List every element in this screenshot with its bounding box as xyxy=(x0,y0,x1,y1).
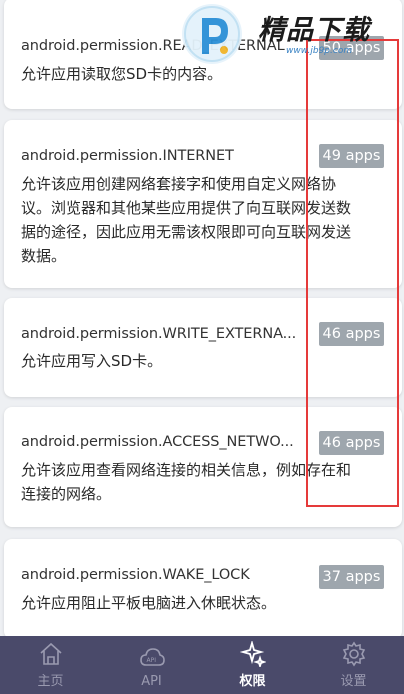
permission-card-internet[interactable]: android.permission.INTERNET 允许该应用创建网络套接字… xyxy=(4,120,402,288)
watermark-logo-icon xyxy=(182,4,242,64)
nav-label: 设置 xyxy=(340,674,367,689)
permission-description: 允许该应用创建网络套接字和使用自定义网络协议。浏览器和其他某些应用提供了向互联网… xyxy=(21,175,352,265)
permission-description: 允许应用读取您SD卡的内容。 xyxy=(21,65,223,83)
app-count-badge: 46 apps xyxy=(319,322,384,346)
nav-item-home[interactable]: 主页 xyxy=(0,636,101,694)
permission-name: android.permission.READ_EXTERNAL xyxy=(21,38,285,54)
permission-name: android.permission.WAKE_LOCK xyxy=(21,567,250,583)
permission-description: 允许该应用查看网络连接的相关信息，例如存在和连接的网络。 xyxy=(21,461,352,503)
watermark-brand: 精品下载 xyxy=(258,15,370,46)
permission-name: android.permission.INTERNET xyxy=(21,148,234,164)
sparkle-icon xyxy=(239,641,266,667)
app-count-badge: 49 apps xyxy=(319,144,384,168)
permission-name: android.permission.WRITE_EXTERNA... xyxy=(21,326,297,342)
permission-card-access-network[interactable]: android.permission.ACCESS_NETWO... 允许该应用… xyxy=(4,407,402,527)
watermark-url: www.jb9p.com xyxy=(286,46,353,56)
app-count-badge: 46 apps xyxy=(319,431,384,455)
permission-description: 允许应用阻止平板电脑进入休眠状态。 xyxy=(21,594,277,612)
nav-label: 权限 xyxy=(239,674,266,689)
nav-label: API xyxy=(141,674,162,689)
gear-icon xyxy=(342,641,365,667)
nav-item-settings[interactable]: 设置 xyxy=(303,636,404,694)
nav-item-permissions[interactable]: 权限 xyxy=(202,636,303,694)
cloud-api-icon: API xyxy=(139,648,165,666)
permission-description: 允许应用写入SD卡。 xyxy=(21,352,163,370)
app-count-badge: 37 apps xyxy=(319,565,384,589)
svg-text:API: API xyxy=(146,657,156,664)
permission-card-write-external[interactable]: android.permission.WRITE_EXTERNA... 允许应用… xyxy=(4,298,402,397)
permission-list: android.permission.READ_EXTERNAL 允许应用读取您… xyxy=(0,0,404,636)
nav-label: 主页 xyxy=(37,674,64,689)
permission-name: android.permission.ACCESS_NETWO... xyxy=(21,434,294,450)
permission-card-wake-lock[interactable]: android.permission.WAKE_LOCK 允许应用阻止平板电脑进… xyxy=(4,539,402,636)
home-icon xyxy=(39,642,62,665)
nav-item-api[interactable]: API API xyxy=(101,636,202,694)
bottom-nav: 主页 API API 权限 设置 xyxy=(0,636,404,694)
